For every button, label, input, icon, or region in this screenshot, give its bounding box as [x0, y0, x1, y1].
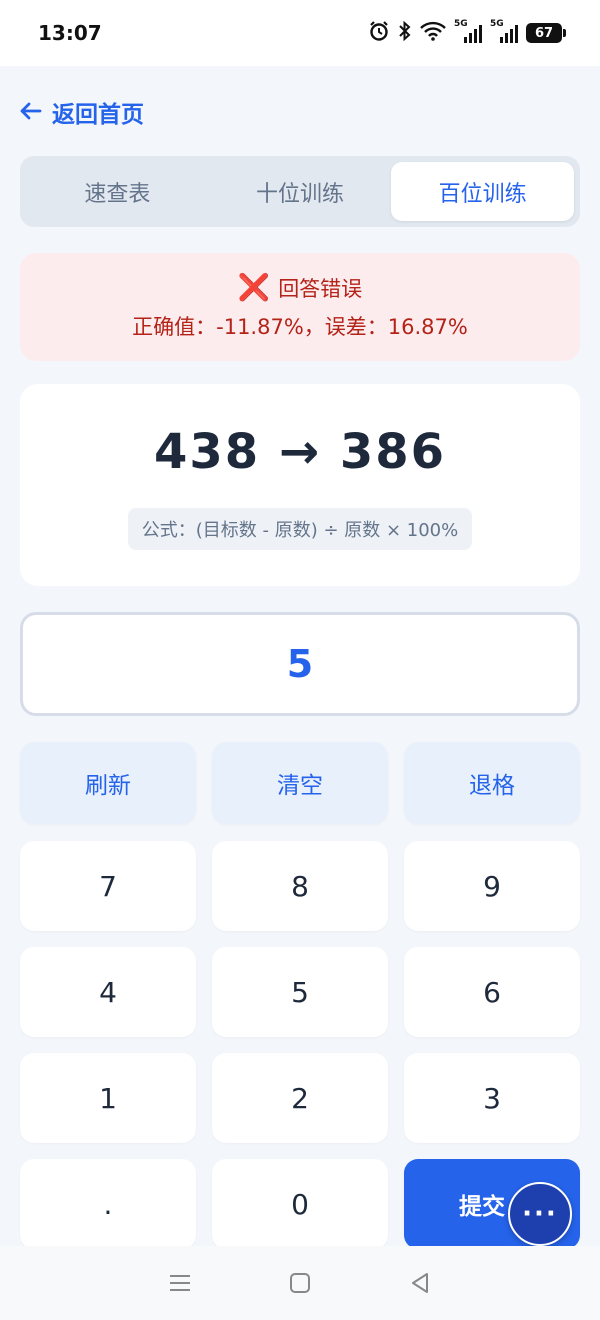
- key-4[interactable]: 4: [20, 947, 196, 1037]
- key-6[interactable]: 6: [404, 947, 580, 1037]
- back-to-home-link[interactable]: 返回首页: [20, 92, 144, 132]
- question-text: 438 → 386: [153, 424, 447, 480]
- alert-detail: 正确值：-11.87%，误差：16.87%: [132, 315, 468, 339]
- key-1[interactable]: 1: [20, 1053, 196, 1143]
- mode-tabs: 速查表 十位训练 百位训练: [20, 156, 580, 227]
- cross-icon: ❌: [237, 273, 271, 303]
- tab-quick-reference[interactable]: 速查表: [26, 162, 209, 221]
- more-options-button[interactable]: ···: [508, 1182, 572, 1246]
- more-dots-icon: ···: [522, 1199, 558, 1229]
- alarm-icon: [368, 20, 390, 47]
- key-5[interactable]: 5: [212, 947, 388, 1037]
- signal-icon: 5G: [490, 19, 518, 43]
- key-2[interactable]: 2: [212, 1053, 388, 1143]
- battery-icon: 67: [526, 23, 566, 43]
- answer-display[interactable]: 5: [20, 612, 580, 716]
- status-icons: 5G 5G 67: [368, 19, 566, 47]
- key-8[interactable]: 8: [212, 841, 388, 931]
- alert-title-row: ❌ 回答错误: [238, 273, 362, 303]
- formula-hint: 公式：(目标数 - 原数) ÷ 原数 × 100%: [127, 508, 473, 550]
- bluetooth-icon: [398, 20, 412, 47]
- status-bar: 13:07 5G 5G 67: [0, 0, 600, 66]
- key-9[interactable]: 9: [404, 841, 580, 931]
- signal-icon: 5G: [454, 19, 482, 43]
- wifi-icon: [420, 21, 446, 46]
- submit-label: 提交: [459, 1194, 505, 1220]
- refresh-button[interactable]: 刷新: [20, 742, 196, 824]
- menu-icon: [170, 1275, 190, 1291]
- tab-hundreds-training[interactable]: 百位训练: [391, 162, 575, 221]
- key-3[interactable]: 3: [404, 1053, 580, 1143]
- key-0[interactable]: 0: [212, 1159, 388, 1249]
- clear-button[interactable]: 清空: [212, 742, 388, 824]
- triangle-back-icon: [412, 1273, 428, 1293]
- battery-level: 67: [534, 25, 554, 41]
- system-nav-bar: [0, 1246, 600, 1320]
- backspace-button[interactable]: 退格: [404, 742, 580, 824]
- back-label: 返回首页: [52, 102, 144, 128]
- alert-title: 回答错误: [278, 277, 363, 301]
- status-time: 13:07: [38, 21, 102, 45]
- key-7[interactable]: 7: [20, 841, 196, 931]
- key-decimal[interactable]: .: [20, 1159, 196, 1249]
- question-card: 438 → 386 公式：(目标数 - 原数) ÷ 原数 × 100%: [20, 384, 580, 586]
- square-icon: [290, 1273, 310, 1293]
- arrow-left-icon: [20, 98, 42, 126]
- result-alert: ❌ 回答错误 正确值：-11.87%，误差：16.87%: [20, 253, 580, 361]
- home-button[interactable]: [280, 1263, 320, 1303]
- tab-tens-training[interactable]: 十位训练: [209, 162, 392, 221]
- recent-apps-button[interactable]: [160, 1263, 200, 1303]
- back-button[interactable]: [400, 1263, 440, 1303]
